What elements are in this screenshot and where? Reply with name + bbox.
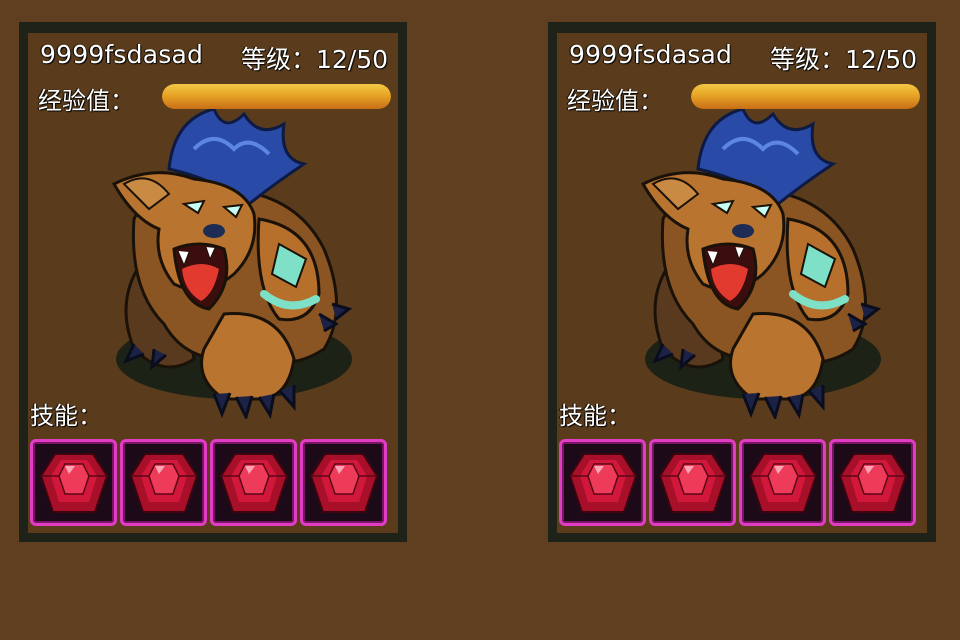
skill-slot[interactable] [739,439,826,526]
skill-slot[interactable] [210,439,297,526]
exp-progress-fill [691,84,920,109]
ruby-gem-icon [129,452,198,513]
level-text: 等级：12/50 [769,45,917,74]
ruby-gem-icon [658,452,727,513]
skill-slot[interactable] [300,439,387,526]
ruby-gem-icon [748,452,817,513]
ruby-gem-icon [838,452,907,513]
card-panel: 9999fsdasad 等级：12/50 经验值： 技能： [28,33,398,533]
skill-label: 技能： [559,402,631,430]
level-text: 等级：12/50 [240,45,388,74]
card-panel: 9999fsdasad 等级：12/50 经验值： 技能： [557,33,927,533]
skill-slot[interactable] [649,439,736,526]
monster-card-2[interactable]: 9999fsdasad 等级：12/50 经验值： 技能： [548,22,936,542]
exp-progress-bar [162,84,391,109]
skill-slots [559,439,916,526]
monster-name: 9999fsdasad [569,40,733,69]
werewolf-beast-icon[interactable] [74,107,374,422]
skill-slot[interactable] [120,439,207,526]
skill-slots [30,439,387,526]
skill-slot[interactable] [30,439,117,526]
werewolf-beast-icon[interactable] [603,107,903,422]
ruby-gem-icon [309,452,378,513]
skill-label: 技能： [30,402,102,430]
skill-slot[interactable] [559,439,646,526]
ruby-gem-icon [39,452,108,513]
monster-name: 9999fsdasad [40,40,204,69]
skill-slot[interactable] [829,439,916,526]
monster-card-1[interactable]: 9999fsdasad 等级：12/50 经验值： 技能： [19,22,407,542]
exp-progress-bar [691,84,920,109]
ruby-gem-icon [219,452,288,513]
ruby-gem-icon [568,452,637,513]
exp-progress-fill [162,84,391,109]
